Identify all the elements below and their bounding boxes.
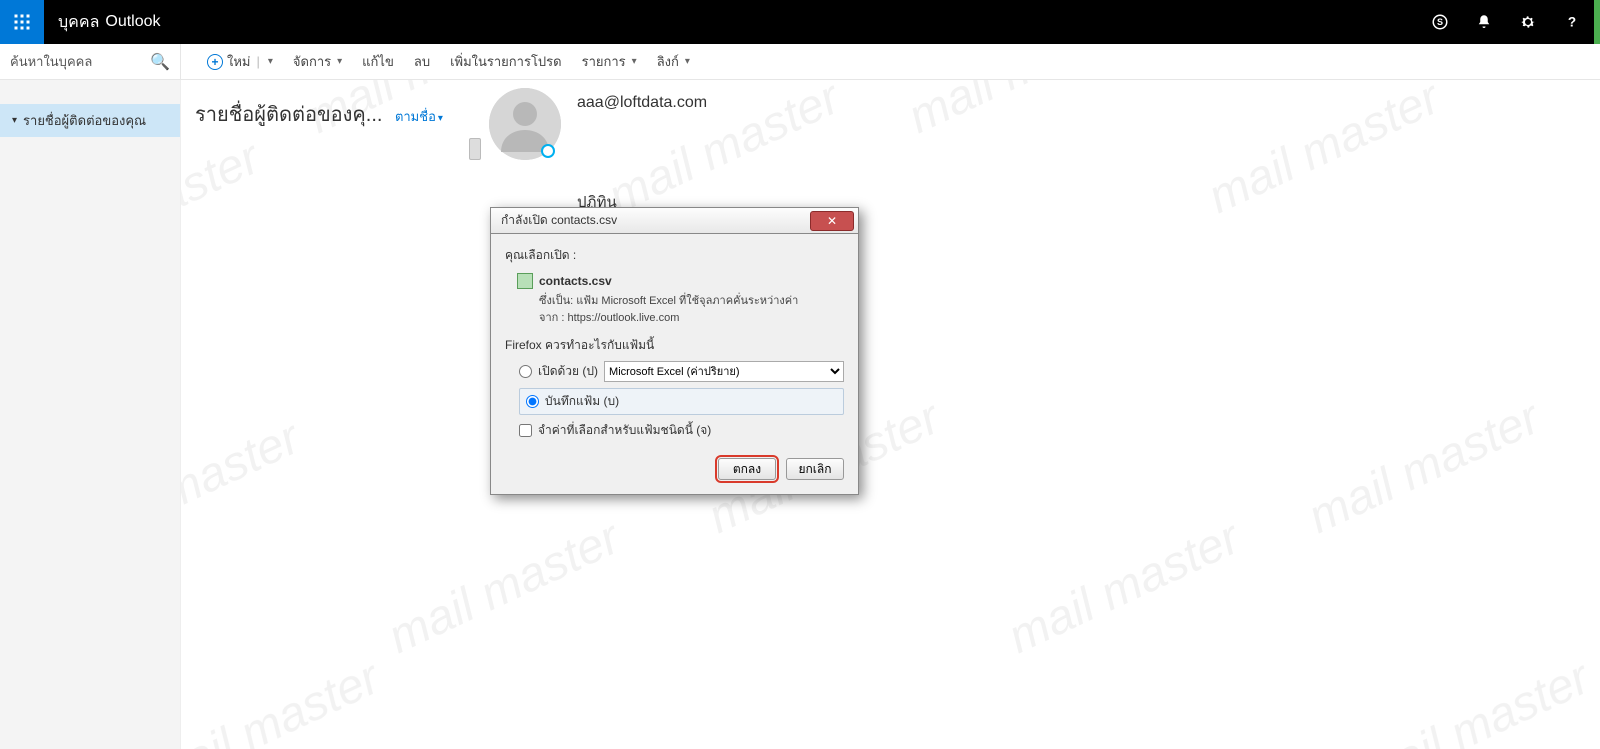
open-with-radio-input[interactable] (519, 365, 532, 378)
new-label: ใหม่ (227, 51, 251, 72)
open-with-select[interactable]: Microsoft Excel (ค่าปริยาย) (604, 361, 844, 382)
split-divider: | (257, 54, 260, 69)
contact-header: aaa@loftdata.com (481, 88, 1600, 160)
sort-by-link[interactable]: ตามชื่อ▾ (395, 109, 443, 124)
presence-strip (1594, 0, 1600, 44)
dialog-file-type: ซึ่งเป็น: แฟ้ม Microsoft Excel ที่ใช้จุล… (539, 293, 844, 310)
gear-icon (1519, 13, 1537, 31)
toolbar-row: ค้นหาในบุคคล 🔍 + ใหม่ | ▾ จัดการ ▾ แก้ไข… (0, 44, 1600, 80)
close-icon: ✕ (827, 214, 837, 228)
waffle-icon (13, 13, 31, 31)
plus-icon: + (207, 54, 223, 70)
file-icon (517, 273, 533, 289)
remember-checkbox-input[interactable] (519, 424, 532, 437)
chevron-down-icon: ▾ (337, 56, 342, 67)
links-label: ลิงก์ (657, 51, 679, 72)
sidebar: ▾ รายชื่อผู้ติดต่อของคุณ (0, 80, 181, 749)
lists-button[interactable]: รายการ ▾ (572, 44, 647, 79)
add-favorite-button[interactable]: เพิ่มในรายการโปรด (440, 44, 572, 79)
download-dialog: กำลังเปิด contacts.csv ✕ คุณเลือกเปิด : … (490, 207, 859, 495)
sidebar-item-label: รายชื่อผู้ติดต่อของคุณ (23, 110, 146, 131)
chevron-down-icon: ▾ (438, 113, 443, 124)
contact-email: aaa@loftdata.com (577, 88, 707, 112)
help-icon: ? (1563, 13, 1581, 31)
chevron-down-icon: ▾ (12, 115, 17, 126)
bell-icon (1475, 13, 1493, 31)
presence-indicator (541, 144, 555, 158)
dialog-filename: contacts.csv (539, 274, 612, 288)
skype-button[interactable]: S (1418, 0, 1462, 44)
sort-label: ตามชื่อ (395, 109, 436, 124)
lists-label: รายการ (582, 51, 626, 72)
edit-button[interactable]: แก้ไข (352, 44, 404, 79)
manage-button[interactable]: จัดการ ▾ (283, 44, 352, 79)
manage-label: จัดการ (293, 51, 331, 72)
ok-button[interactable]: ตกลง (718, 458, 776, 480)
notifications-button[interactable] (1462, 0, 1506, 44)
save-file-radio[interactable]: บันทึกแฟ้ม (บ) (519, 388, 844, 415)
list-title: รายชื่อผู้ติดต่อของคุ... (195, 104, 382, 126)
remember-choice-checkbox[interactable]: จำค่าที่เลือกสำหรับแฟ้มชนิดนี้ (จ) (519, 421, 844, 440)
dialog-close-button[interactable]: ✕ (810, 211, 854, 231)
open-with-radio[interactable]: เปิดด้วย (ป) Microsoft Excel (ค่าปริยาย) (519, 361, 844, 382)
remember-label: จำค่าที่เลือกสำหรับแฟ้มชนิดนี้ (จ) (538, 421, 711, 440)
sidebar-item-your-contacts[interactable]: ▾ รายชื่อผู้ติดต่อของคุณ (0, 104, 180, 137)
contact-list-column: รายชื่อผู้ติดต่อของคุ... ตามชื่อ▾ (181, 80, 481, 749)
dialog-button-row: ตกลง ยกเลิก (505, 458, 844, 480)
search-placeholder: ค้นหาในบุคคล (10, 51, 92, 72)
svg-text:S: S (1437, 17, 1443, 27)
delete-button[interactable]: ลบ (404, 44, 440, 79)
chevron-down-icon: ▾ (685, 56, 690, 67)
search-box[interactable]: ค้นหาในบุคคล 🔍 (0, 44, 181, 79)
avatar (489, 88, 561, 160)
command-bar: + ใหม่ | ▾ จัดการ ▾ แก้ไข ลบ เพิ่มในรายก… (181, 44, 700, 79)
app-category: บุคคล (58, 10, 99, 35)
skype-icon: S (1431, 13, 1449, 31)
dialog-titlebar[interactable]: กำลังเปิด contacts.csv ✕ (490, 207, 859, 233)
new-button[interactable]: + ใหม่ | ▾ (197, 44, 283, 79)
cancel-button[interactable]: ยกเลิก (786, 458, 844, 480)
dialog-file-row: contacts.csv (517, 273, 844, 289)
delete-label: ลบ (414, 51, 430, 72)
app-launcher[interactable] (0, 0, 44, 44)
links-button[interactable]: ลิงก์ ▾ (647, 44, 700, 79)
save-file-radio-input[interactable] (526, 395, 539, 408)
app-name: Outlook (105, 13, 160, 31)
dialog-file-from: จาก : https://outlook.live.com (539, 310, 844, 327)
dialog-body: คุณเลือกเปิด : contacts.csv ซึ่งเป็น: แฟ… (490, 233, 859, 495)
app-title: บุคคล Outlook (44, 0, 175, 44)
dialog-title: กำลังเปิด contacts.csv (501, 211, 617, 230)
svg-text:?: ? (1568, 15, 1576, 30)
scrollbar-thumb[interactable] (469, 138, 481, 160)
dialog-prompt: Firefox ควรทำอะไรกับแฟ้มนี้ (505, 336, 844, 355)
settings-button[interactable] (1506, 0, 1550, 44)
add-fav-label: เพิ่มในรายการโปรด (450, 51, 562, 72)
chevron-down-icon: ▾ (632, 56, 637, 67)
chevron-down-icon[interactable]: ▾ (268, 56, 273, 67)
save-file-label: บันทึกแฟ้ม (บ) (545, 392, 619, 411)
global-header: บุคคล Outlook S ? (0, 0, 1600, 44)
help-button[interactable]: ? (1550, 0, 1594, 44)
search-icon[interactable]: 🔍 (150, 52, 170, 72)
open-with-label: เปิดด้วย (ป) (538, 362, 598, 381)
dialog-chose-open: คุณเลือกเปิด : (505, 246, 844, 265)
edit-label: แก้ไข (362, 51, 394, 72)
